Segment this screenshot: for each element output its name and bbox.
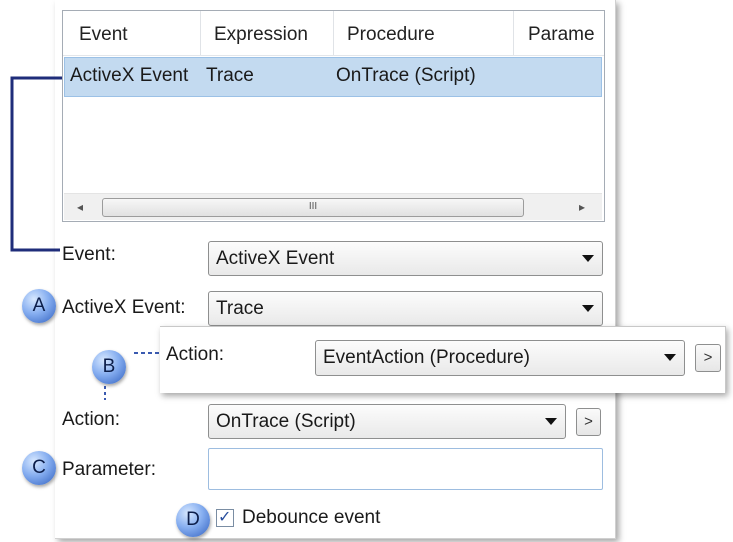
event-dropdown-value: ActiveX Event: [216, 248, 335, 269]
action-dropdown[interactable]: OnTrace (Script): [208, 404, 566, 439]
column-header-event[interactable]: Event: [63, 11, 201, 55]
event-dropdown[interactable]: ActiveX Event: [208, 241, 603, 276]
popup-action-dropdown-value: EventAction (Procedure): [323, 347, 530, 368]
action-label: Action:: [62, 409, 121, 430]
row-procedure-cell: OnTrace (Script): [336, 65, 476, 86]
activex-event-dropdown-value: Trace: [216, 298, 264, 319]
chevron-down-icon: [545, 418, 557, 425]
callout-b-badge: B: [92, 350, 126, 384]
scrollbar-thumb[interactable]: III: [102, 198, 524, 217]
scroll-left-icon[interactable]: ◂: [70, 197, 90, 217]
chevron-down-icon: [664, 354, 676, 361]
column-header-procedure[interactable]: Procedure: [334, 11, 514, 55]
chevron-down-icon: [582, 255, 594, 262]
action-more-button[interactable]: >: [576, 408, 601, 436]
event-list-header: Event Expression Procedure Parame: [63, 11, 604, 56]
table-row[interactable]: ActiveX Event Trace OnTrace (Script): [64, 57, 602, 97]
row-event-cell: ActiveX Event: [70, 65, 189, 86]
callout-c-badge: C: [22, 451, 56, 485]
debounce-checkbox[interactable]: ✓: [216, 509, 234, 527]
action-dropdown-value: OnTrace (Script): [216, 411, 356, 432]
activex-event-dropdown[interactable]: Trace: [208, 291, 603, 326]
popup-action-label: Action:: [166, 344, 225, 365]
check-icon: ✓: [218, 509, 232, 526]
callout-a-badge: A: [22, 289, 56, 323]
event-label: Event:: [62, 244, 116, 265]
column-header-expression[interactable]: Expression: [201, 11, 334, 55]
row-expression-cell: Trace: [206, 65, 254, 86]
popup-action-dropdown[interactable]: EventAction (Procedure): [315, 340, 685, 376]
column-header-parameter[interactable]: Parame: [514, 11, 604, 55]
horizontal-scrollbar[interactable]: ◂ III ▸: [64, 193, 602, 220]
parameter-input[interactable]: [208, 448, 603, 490]
popup-action-more-button[interactable]: >: [695, 344, 721, 372]
activex-event-label: ActiveX Event:: [62, 297, 186, 318]
event-list[interactable]: Event Expression Procedure Parame Active…: [62, 10, 605, 222]
scroll-right-icon[interactable]: ▸: [572, 197, 592, 217]
callout-d-badge: D: [176, 503, 210, 537]
chevron-down-icon: [582, 305, 594, 312]
parameter-label: Parameter:: [62, 459, 156, 480]
debounce-label[interactable]: Debounce event: [242, 507, 380, 529]
